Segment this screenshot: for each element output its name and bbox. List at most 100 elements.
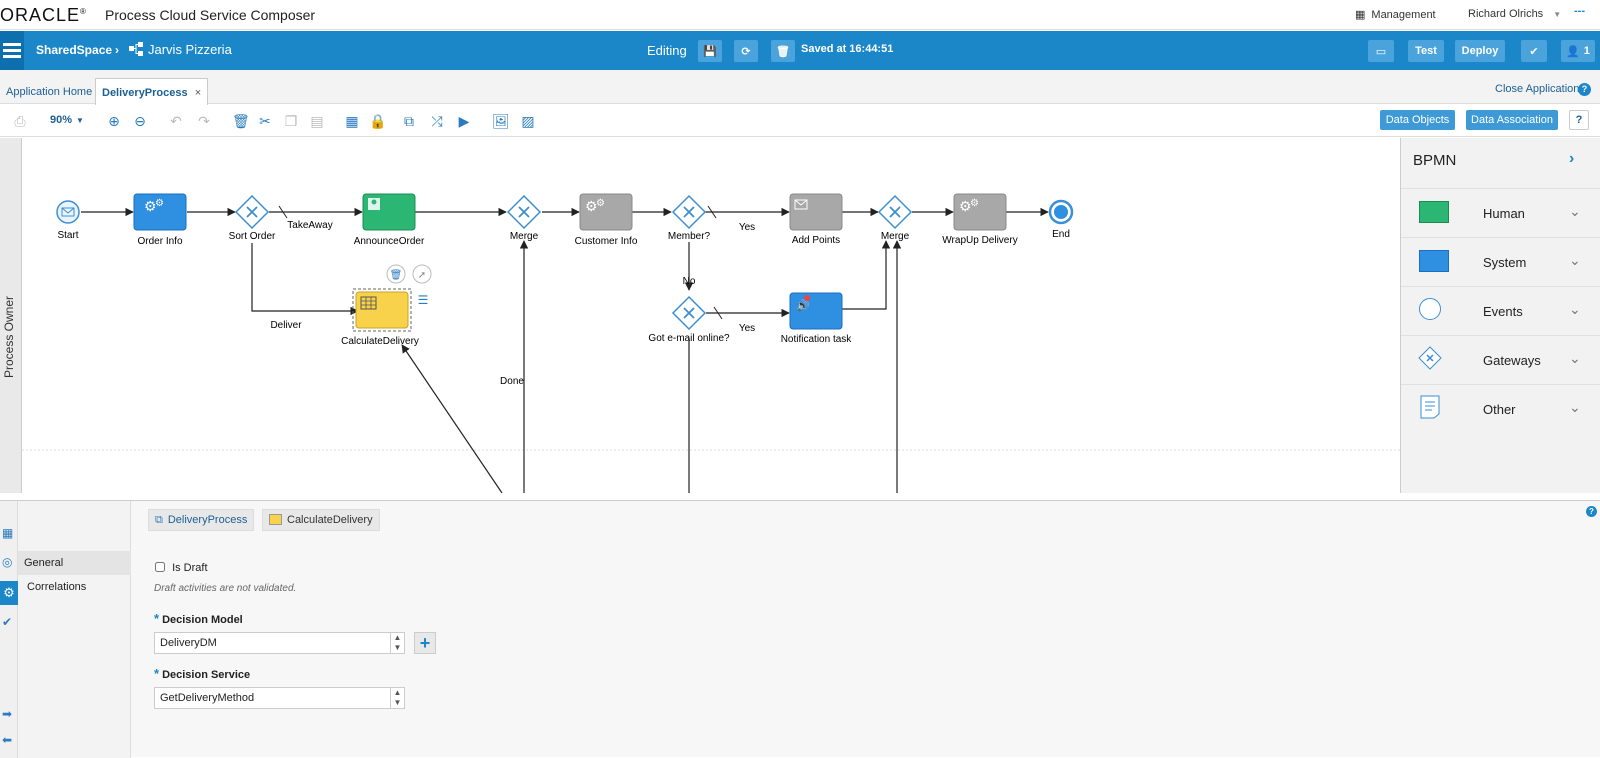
svg-text:☰: ☰: [418, 293, 429, 307]
validation-check-icon[interactable]: ✔: [2, 615, 12, 629]
cut-icon[interactable]: ✂: [257, 113, 273, 129]
redo-icon[interactable]: ↷: [196, 113, 212, 129]
settings-gear-icon[interactable]: ⚙: [0, 581, 18, 605]
delete-icon[interactable]: 🗑: [232, 113, 250, 129]
image-icon[interactable]: 🖼: [492, 113, 510, 129]
test-button[interactable]: Test: [1408, 40, 1444, 62]
delete-node-icon[interactable]: 🗑: [386, 264, 406, 284]
order-info-task[interactable]: ⚙⚙ Order Info: [133, 193, 187, 247]
svg-text:WrapUp Delivery: WrapUp Delivery: [942, 235, 1017, 246]
space-link[interactable]: SharedSpace: [36, 43, 112, 57]
application-bar: SharedSpace › Jarvis Pizzeria Editing 💾 …: [0, 31, 1600, 70]
tab-delivery-process[interactable]: DeliveryProcess ×: [95, 78, 209, 105]
deploy-button[interactable]: Deploy: [1455, 40, 1505, 62]
nav-correlations[interactable]: Correlations: [18, 575, 131, 599]
breadcrumb-separator: ›: [115, 43, 119, 57]
got-email-gateway[interactable]: Got e-mail online?: [648, 295, 730, 344]
event-circle-icon: [1419, 298, 1441, 320]
trash-icon[interactable]: 🗑: [771, 40, 795, 62]
svg-text:Merge: Merge: [510, 231, 539, 242]
comments-icon[interactable]: ◎: [2, 555, 12, 569]
svg-text:AnnounceOrder: AnnounceOrder: [354, 236, 425, 247]
is-draft-row[interactable]: Is Draft: [155, 562, 208, 574]
decision-service-select[interactable]: GetDeliveryMethod ▲ ▼: [154, 687, 405, 709]
print-icon[interactable]: ⎙: [12, 113, 28, 129]
wrapup-delivery-task[interactable]: ⚙⚙ WrapUp Delivery: [942, 193, 1018, 246]
help-icon[interactable]: ?: [1578, 83, 1591, 96]
layout-icon[interactable]: ⧉: [401, 113, 417, 129]
svg-text:🗑: 🗑: [390, 269, 403, 281]
swimlane-header[interactable]: Process Owner: [0, 138, 22, 493]
paste-icon[interactable]: ▤: [309, 113, 325, 129]
tab-application-home[interactable]: Application Home: [0, 78, 98, 104]
draft-note: Draft activities are not validated.: [154, 583, 297, 594]
nav-general[interactable]: General: [18, 551, 131, 575]
add-points-task[interactable]: Add Points: [789, 193, 843, 246]
decision-model-select[interactable]: DeliveryDM ▲ ▼: [154, 632, 405, 654]
copy-icon[interactable]: ❐: [283, 113, 299, 129]
more-menu[interactable]: ---: [1574, 5, 1585, 17]
save-icon[interactable]: 💾: [698, 40, 722, 62]
toolbar-help-button[interactable]: ?: [1569, 110, 1589, 130]
zoom-out-icon[interactable]: ⊖: [132, 113, 148, 129]
zoom-select[interactable]: 90% ▼: [50, 114, 84, 126]
announce-order-task[interactable]: AnnounceOrder: [354, 193, 425, 247]
notification-task[interactable]: 🔊 Notification task: [781, 292, 853, 345]
member-gateway[interactable]: Member?: [668, 194, 711, 242]
customer-info-task[interactable]: ⚙⚙ Customer Info: [575, 193, 638, 247]
process-canvas[interactable]: Start ⚙ ⚙ Order Info Sort Order TakeAway …: [22, 138, 1400, 493]
grid-view-icon[interactable]: ▦: [2, 526, 13, 540]
editor-toolbar: ⎙ 90% ▼ ⊕ ⊖ ↶ ↷ 🗑 ✂ ❐ ▤ ▦ 🔒 ⧉ ⤮ ▶ 🖼 ▨ Dat…: [0, 105, 1600, 137]
human-task-icon: [1419, 201, 1449, 223]
flow-label-done: Done: [500, 376, 524, 387]
grid-icon[interactable]: ▦: [344, 113, 360, 129]
zoom-in-icon[interactable]: ⊕: [106, 113, 122, 129]
user-count-button[interactable]: 👤 1: [1561, 40, 1595, 62]
palette-system[interactable]: System ⌄: [1401, 237, 1600, 286]
process-diagram[interactable]: Start ⚙⚙ Order Info Sort Order TakeAway …: [22, 138, 1400, 493]
svg-text:Customer Info: Customer Info: [575, 236, 638, 247]
refresh-icon[interactable]: ⟳: [734, 40, 758, 62]
shuffle-icon[interactable]: ⤮: [429, 113, 445, 129]
application-name[interactable]: Jarvis Pizzeria: [148, 42, 232, 57]
flow-label-yes-2: Yes: [739, 323, 755, 334]
properties-help-icon[interactable]: ?: [1586, 506, 1597, 517]
palette-gateways[interactable]: Gateways ⌄: [1401, 335, 1600, 384]
data-association-button[interactable]: Data Association: [1466, 110, 1558, 130]
system-task-icon: [1419, 250, 1449, 272]
user-menu[interactable]: Richard Olrichs ▼: [1468, 8, 1561, 20]
close-application-link[interactable]: Close Application: [1495, 83, 1579, 95]
end-event[interactable]: End: [1048, 199, 1074, 240]
hamburger-menu-icon[interactable]: [0, 31, 24, 70]
merge-gateway-1[interactable]: Merge: [506, 194, 542, 242]
preview-icon[interactable]: ▭: [1368, 40, 1394, 62]
export-image-icon[interactable]: ▨: [520, 113, 536, 129]
arrow-left-icon[interactable]: ⬅: [2, 733, 12, 747]
node-menu-icon[interactable]: ☰: [418, 293, 429, 307]
management-link[interactable]: ▦ Management: [1355, 8, 1436, 21]
crumb-delivery-process[interactable]: ⧉ DeliveryProcess: [148, 509, 255, 531]
validate-check-icon[interactable]: ✔: [1521, 40, 1547, 62]
close-tab-icon[interactable]: ×: [195, 87, 201, 99]
data-objects-button[interactable]: Data Objects: [1380, 110, 1455, 130]
start-event[interactable]: Start: [56, 200, 80, 241]
crumb-calculate-delivery[interactable]: CalculateDelivery: [262, 509, 380, 531]
editing-label: Editing: [647, 43, 687, 58]
merge-gateway-2[interactable]: Merge: [877, 194, 913, 242]
properties-side-rail: ▦ ◎ ⚙ ✔ ➡ ⬅: [0, 501, 18, 758]
connect-node-icon[interactable]: ➚: [412, 264, 432, 284]
undo-icon[interactable]: ↶: [168, 113, 184, 129]
is-draft-checkbox[interactable]: [155, 562, 165, 572]
chevron-right-icon[interactable]: ›: [1569, 150, 1574, 168]
lock-icon[interactable]: 🔒: [369, 113, 386, 129]
play-icon[interactable]: ▶: [456, 113, 472, 129]
svg-text:⚙: ⚙: [970, 198, 979, 209]
palette-events[interactable]: Events ⌄: [1401, 286, 1600, 335]
sort-order-gateway[interactable]: Sort Order: [229, 194, 276, 242]
svg-text:Start: Start: [57, 230, 78, 241]
palette-other[interactable]: Other ⌄: [1401, 384, 1600, 433]
add-decision-model-button[interactable]: +: [414, 632, 436, 654]
arrow-right-icon[interactable]: ➡: [2, 707, 12, 721]
palette-human[interactable]: Human ⌄: [1401, 188, 1600, 237]
calculate-delivery-task[interactable]: CalculateDelivery: [341, 288, 419, 347]
